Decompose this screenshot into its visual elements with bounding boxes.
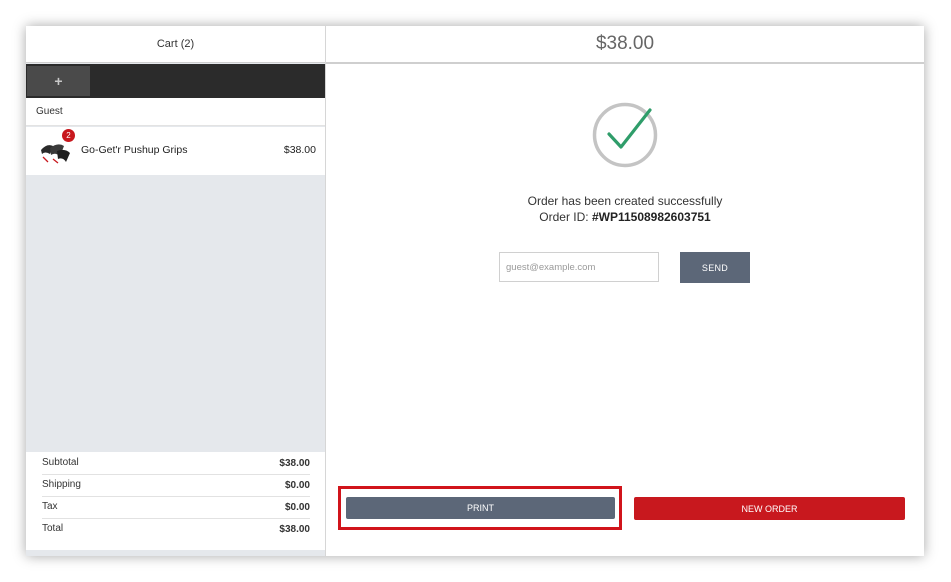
- item-name: Go-Get'r Pushup Grips: [81, 144, 188, 156]
- order-confirmation-panel: $38.00 Order has been created successful…: [326, 26, 924, 556]
- new-order-button[interactable]: NEW ORDER: [634, 497, 905, 520]
- success-message: Order has been created successfully: [527, 194, 723, 208]
- shipping-value: $0.00: [284, 480, 310, 491]
- subtotal-label: Subtotal: [42, 457, 79, 468]
- order-amount: $38.00: [595, 33, 655, 54]
- list-item[interactable]: 2 Go-Get'r Pushup Grips $38.00: [26, 127, 325, 175]
- order-amount-header: $38.00: [326, 26, 924, 64]
- tax-label: Tax: [42, 501, 58, 512]
- receipt-email-input[interactable]: [499, 252, 659, 282]
- shipping-row: Shipping $0.00: [42, 474, 310, 497]
- item-price: $38.00: [283, 144, 316, 156]
- new-order-label: NEW ORDER: [741, 503, 798, 514]
- print-button[interactable]: PRINT: [346, 497, 615, 519]
- order-id-line: Order ID: #WP11508982603751: [326, 210, 924, 224]
- order-id-label: Order ID:: [539, 210, 589, 224]
- plus-icon: +: [54, 73, 63, 89]
- checkmark-circle-icon: [592, 102, 658, 168]
- subtotal-row: Subtotal $38.00: [42, 452, 310, 475]
- shipping-label: Shipping: [42, 479, 81, 490]
- totals-summary: Subtotal $38.00 Shipping $0.00 Tax $0.00…: [26, 452, 325, 550]
- total-label: Total: [42, 523, 64, 534]
- send-label: SEND: [701, 262, 729, 273]
- print-label: PRINT: [467, 503, 494, 513]
- customer-name: Guest: [36, 106, 63, 117]
- pos-window: Cart (2) + Guest 2 Go-Get'r Pushup Grips…: [26, 26, 924, 556]
- tax-value: $0.00: [284, 502, 310, 513]
- cart-tab-bar: +: [26, 64, 325, 98]
- cart-title: Cart (2): [156, 38, 195, 50]
- send-receipt-button[interactable]: SEND: [680, 252, 750, 283]
- total-value: $38.00: [279, 524, 310, 535]
- total-row: Total $38.00: [42, 518, 310, 540]
- order-id-value: #WP11508982603751: [591, 210, 711, 224]
- tax-row: Tax $0.00: [42, 496, 310, 519]
- quantity-value: 2: [66, 131, 71, 140]
- quantity-badge: 2: [62, 129, 75, 142]
- subtotal-value: $38.00: [279, 458, 310, 469]
- cart-header: Cart (2): [26, 26, 325, 63]
- cart-panel: Cart (2) + Guest 2 Go-Get'r Pushup Grips…: [26, 26, 326, 556]
- add-cart-tab-button[interactable]: +: [27, 66, 90, 96]
- customer-row[interactable]: Guest: [26, 98, 325, 126]
